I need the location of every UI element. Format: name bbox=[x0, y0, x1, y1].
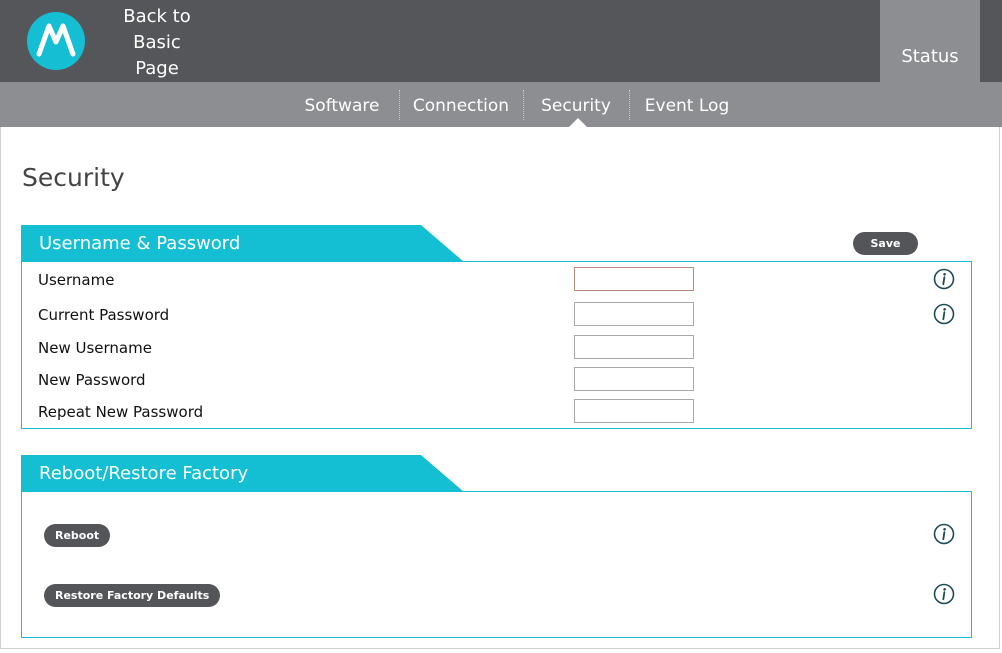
reboot-button[interactable]: Reboot bbox=[44, 524, 111, 547]
credentials-panel-header: Username & Password bbox=[21, 225, 464, 262]
username-input[interactable] bbox=[574, 267, 694, 291]
back-link-line-2: Basic bbox=[133, 32, 181, 53]
sub-navigation: Software Connection Security Event Log bbox=[0, 82, 1002, 127]
top-header: Back to Basic Page Status bbox=[0, 0, 1002, 82]
info-icon[interactable] bbox=[933, 268, 955, 290]
subnav-separator bbox=[399, 90, 400, 120]
reboot-panel bbox=[21, 491, 972, 638]
subnav-item-software[interactable]: Software bbox=[296, 82, 388, 127]
username-label: Username bbox=[38, 271, 115, 289]
info-icon[interactable] bbox=[933, 303, 955, 325]
repeat-new-password-label: Repeat New Password bbox=[38, 403, 204, 421]
info-icon[interactable] bbox=[933, 523, 955, 545]
back-link-line-3: Page bbox=[135, 58, 179, 79]
tab-status[interactable]: Status bbox=[880, 0, 980, 82]
subnav-item-connection[interactable]: Connection bbox=[408, 82, 514, 127]
restore-factory-defaults-button[interactable]: Restore Factory Defaults bbox=[44, 584, 221, 607]
back-to-basic-page-link[interactable]: Back to Basic Page bbox=[112, 4, 202, 82]
save-button[interactable]: Save bbox=[853, 232, 918, 255]
new-password-input[interactable] bbox=[574, 367, 694, 391]
reboot-panel-header: Reboot/Restore Factory bbox=[21, 455, 464, 492]
repeat-new-password-input[interactable] bbox=[574, 399, 694, 423]
subnav-item-event-log[interactable]: Event Log bbox=[638, 82, 736, 127]
subnav-separator bbox=[523, 90, 524, 120]
active-tab-caret-icon bbox=[569, 118, 587, 127]
new-username-input[interactable] bbox=[574, 335, 694, 359]
new-username-label: New Username bbox=[38, 339, 152, 357]
page-title: Security bbox=[22, 163, 125, 192]
current-password-input[interactable] bbox=[574, 302, 694, 326]
info-icon[interactable] bbox=[933, 583, 955, 605]
motorola-logo-icon[interactable] bbox=[27, 12, 85, 70]
new-password-label: New Password bbox=[38, 371, 146, 389]
current-password-label: Current Password bbox=[38, 306, 170, 324]
back-link-line-1: Back to bbox=[123, 6, 191, 27]
subnav-separator bbox=[629, 90, 630, 120]
